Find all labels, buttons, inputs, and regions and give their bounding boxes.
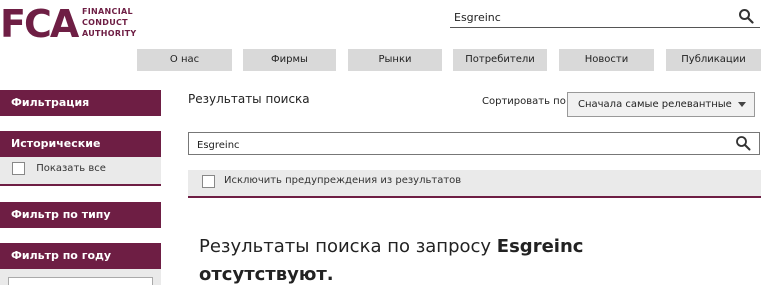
sort-label: Сортировать по:: [482, 96, 570, 107]
show-all-row[interactable]: Показать все: [0, 157, 161, 181]
logo-line-1: FINANCIAL: [82, 7, 133, 16]
search-icon[interactable]: [735, 135, 751, 151]
logo-text: FINANCIAL CONDUCT AUTHORITY: [82, 6, 136, 39]
nav-item-news[interactable]: Новости: [559, 49, 654, 71]
filter-results-heading[interactable]: Фильтрация результатов: [0, 90, 161, 135]
header-search-input[interactable]: [450, 7, 720, 28]
year-filter-select[interactable]: [8, 277, 153, 285]
year-filter-panel: [0, 269, 161, 285]
no-results-prefix: Результаты поиска по запросу: [199, 236, 497, 257]
show-all-checkbox[interactable]: [12, 162, 25, 175]
nav-item-consumers[interactable]: Потребители: [453, 49, 547, 71]
show-all-label: Показать все: [36, 163, 106, 174]
sort-dropdown[interactable]: Сначала самые релевантные: [567, 92, 755, 117]
fca-logo[interactable]: FCA FINANCIAL CONDUCT AUTHORITY: [0, 2, 150, 46]
logo-line-3: AUTHORITY: [82, 29, 137, 38]
no-results-suffix: отсутствуют.: [199, 264, 334, 285]
sort-dropdown-value: Сначала самые релевантные: [578, 99, 732, 110]
logo-letters: FCA: [0, 2, 79, 46]
results-search-input[interactable]: [189, 135, 709, 156]
year-filter-heading[interactable]: Фильтр по году: [0, 243, 161, 269]
historic-publications-panel: Показать все: [0, 157, 161, 186]
nav-item-publications[interactable]: Публикации: [666, 49, 761, 71]
main-nav: О нас Фирмы Рынки Потребители Новости Пу…: [137, 49, 761, 71]
chevron-down-icon: [738, 102, 746, 107]
header-search: [450, 6, 760, 28]
search-icon[interactable]: [738, 8, 754, 24]
exclude-warnings-label: Исключить предупреждения из результатов: [224, 175, 462, 186]
nav-item-markets[interactable]: Рынки: [348, 49, 442, 71]
exclude-warnings-row[interactable]: Исключить предупреждения из результатов: [188, 170, 761, 198]
exclude-warnings-checkbox[interactable]: [202, 175, 215, 188]
doc-type-filter-heading[interactable]: Фильтр по типу документа: [0, 202, 161, 247]
no-results-message: Результаты поиска по запросу Esgreinc от…: [199, 233, 739, 285]
no-results-query: Esgreinc: [496, 236, 584, 257]
nav-item-firms[interactable]: Фирмы: [243, 49, 336, 71]
page-title: Результаты поиска: [188, 92, 310, 106]
logo-line-2: CONDUCT: [82, 18, 128, 27]
results-search: [188, 132, 760, 156]
nav-item-about[interactable]: О нас: [137, 49, 232, 71]
historic-publications-heading[interactable]: Исторические публикации: [0, 131, 161, 176]
